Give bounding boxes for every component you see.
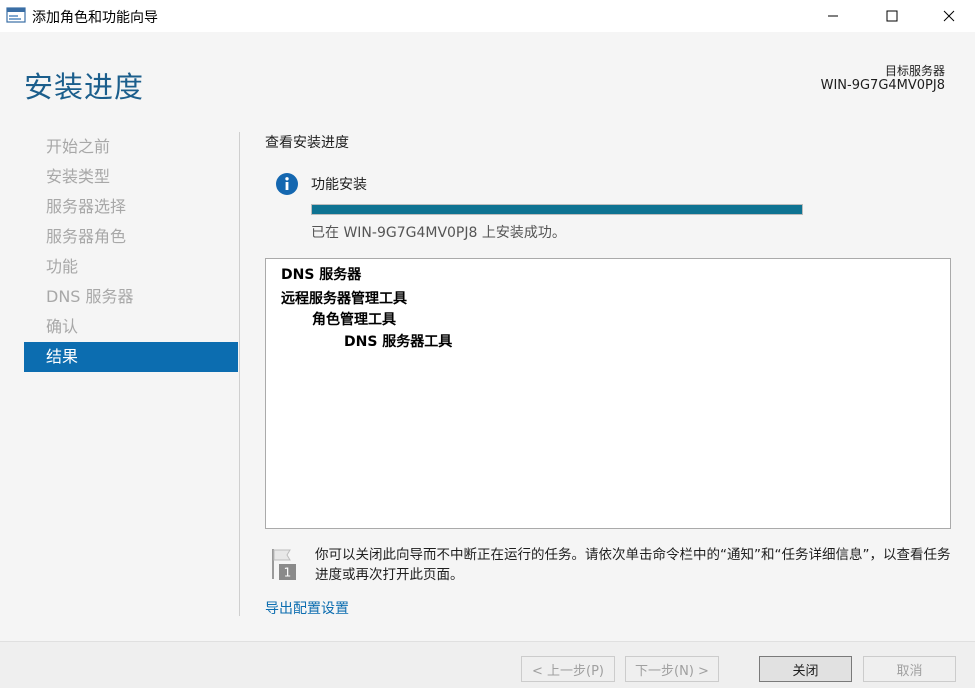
wizard-footer: < 上一步(P) 下一步(N) > 关闭 取消 xyxy=(0,641,975,688)
nav-item-confirmation: 确认 xyxy=(46,317,79,336)
maximize-button[interactable] xyxy=(869,0,915,32)
notification-flag-icon: 1 xyxy=(270,547,298,581)
section-title: 查看安装进度 xyxy=(265,135,349,151)
target-server-name: WIN-9G7G4MV0PJ8 xyxy=(820,78,945,93)
wizard-window: 添加角色和功能向导 安装进度 目标服务器 WIN-9G7G4MV0PJ8 开始之… xyxy=(0,0,975,688)
close-icon xyxy=(943,7,955,26)
close-button[interactable]: 关闭 xyxy=(759,656,852,682)
nav-item-installation-type: 安装类型 xyxy=(46,167,111,186)
close-window-button[interactable] xyxy=(926,0,972,32)
result-item: DNS 服务器工具 xyxy=(344,334,453,350)
export-configuration-link[interactable]: 导出配置设置 xyxy=(265,598,349,618)
nav-item-features: 功能 xyxy=(46,257,79,276)
wizard-nav: 开始之前 安装类型 服务器选择 服务器角色 功能 DNS 服务器 确认 结果 xyxy=(24,132,238,372)
installation-progress-bar xyxy=(311,204,803,215)
next-button[interactable]: 下一步(N) > xyxy=(625,656,719,682)
nav-item-dns-server: DNS 服务器 xyxy=(46,287,134,306)
info-icon xyxy=(275,172,299,196)
maximize-icon xyxy=(886,7,898,26)
minimize-button[interactable] xyxy=(810,0,856,32)
results-list[interactable]: DNS 服务器 远程服务器管理工具 角色管理工具 DNS 服务器工具 xyxy=(265,258,951,529)
nav-divider xyxy=(239,132,240,616)
install-status-text: 已在 WIN-9G7G4MV0PJ8 上安装成功。 xyxy=(311,225,566,241)
progress-fill xyxy=(312,205,802,214)
wizard-header: 安装进度 目标服务器 WIN-9G7G4MV0PJ8 xyxy=(0,32,975,124)
result-item: 角色管理工具 xyxy=(312,312,396,328)
cancel-button[interactable]: 取消 xyxy=(863,656,956,682)
server-manager-icon xyxy=(6,6,26,26)
title-bar: 添加角色和功能向导 xyxy=(0,0,975,32)
target-server-label: 目标服务器 xyxy=(884,64,945,78)
notification-badge-count: 1 xyxy=(284,566,292,580)
previous-button[interactable]: < 上一步(P) xyxy=(521,656,615,682)
minimize-icon xyxy=(827,7,839,26)
note-text: 你可以关闭此向导而不中断正在运行的任务。请依次单击命令栏中的“通知”和“任务详细… xyxy=(315,547,951,583)
page-title: 安装进度 xyxy=(24,70,145,104)
feature-installation-label: 功能安装 xyxy=(311,177,367,193)
result-item: DNS 服务器 xyxy=(281,267,362,283)
window-title: 添加角色和功能向导 xyxy=(32,10,158,26)
nav-item-results[interactable]: 结果 xyxy=(24,342,238,372)
result-item: 远程服务器管理工具 xyxy=(281,291,407,307)
nav-item-before-you-begin: 开始之前 xyxy=(46,137,111,156)
nav-item-server-roles: 服务器角色 xyxy=(46,227,127,246)
nav-item-server-selection: 服务器选择 xyxy=(46,197,127,216)
